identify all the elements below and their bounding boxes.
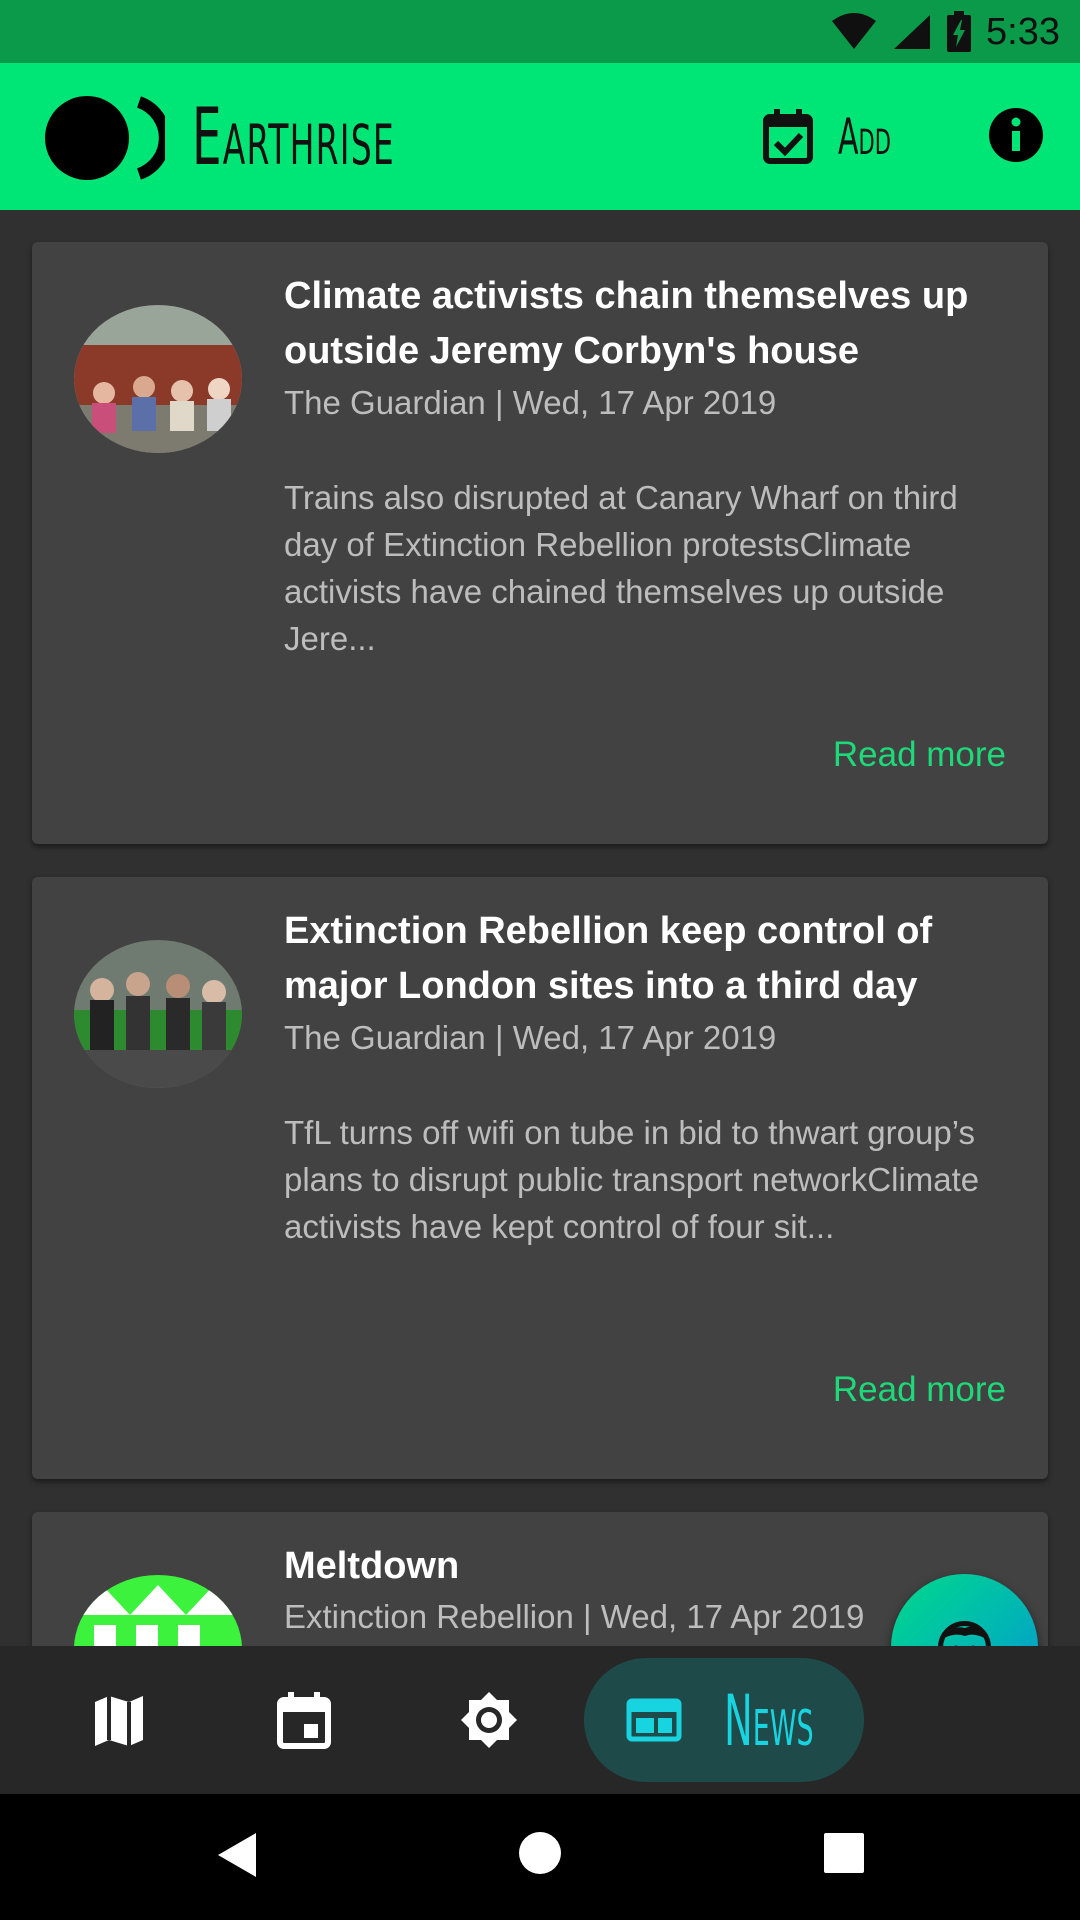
app-bar: Earthrise Add [0, 63, 1080, 210]
article-title[interactable]: Climate activists chain themselves up ou… [284, 269, 1008, 379]
read-more-link[interactable]: Read more [833, 1370, 1006, 1410]
article-thumbnail [74, 940, 242, 1088]
wifi-icon [832, 13, 877, 49]
battery-charging-icon [947, 11, 972, 52]
calendar-check-icon [763, 109, 813, 164]
article-meta: The Guardian | Wed, 17 Apr 2019 [284, 1019, 777, 1056]
article-thumbnail [74, 1575, 242, 1646]
article-thumbnail-image [74, 1575, 242, 1646]
nav-news-label: News [724, 1680, 814, 1762]
news-feed[interactable]: Climate activists chain themselves up ou… [0, 210, 1080, 1646]
app-title: Earthrise [192, 93, 395, 183]
article-thumbnail [74, 305, 242, 453]
article-meta: The Guardian | Wed, 17 Apr 2019 [284, 384, 777, 421]
settings-brightness-icon[interactable] [459, 1690, 519, 1750]
info-icon[interactable] [988, 107, 1044, 163]
back-icon[interactable] [214, 1831, 258, 1879]
home-icon[interactable] [518, 1831, 562, 1875]
nav-news-tab[interactable]: News [584, 1658, 864, 1782]
calendar-icon[interactable] [274, 1690, 334, 1750]
map-icon[interactable] [89, 1690, 149, 1750]
earthrise-logo-icon [45, 96, 165, 180]
news-card[interactable]: Extinction Rebellion keep control of maj… [32, 877, 1048, 1479]
cellular-signal-icon [894, 15, 931, 49]
news-card[interactable]: Climate activists chain themselves up ou… [32, 242, 1048, 844]
status-bar: 5:33 [0, 0, 1080, 63]
article-title[interactable]: Extinction Rebellion keep control of maj… [284, 904, 1008, 1014]
status-icons: 5:33 [830, 6, 1060, 58]
article-summary: Trains also disrupted at Canary Wharf on… [284, 479, 958, 657]
system-navigation-bar [0, 1794, 1080, 1920]
add-label: Add [838, 108, 891, 166]
read-more-link[interactable]: Read more [833, 735, 1006, 775]
article-summary: TfL turns off wifi on tube in bid to thw… [284, 1114, 980, 1245]
article-thumbnail-image [74, 305, 242, 453]
recents-icon[interactable] [823, 1832, 865, 1874]
news-icon [626, 1698, 682, 1742]
bottom-navigation: News [0, 1646, 1080, 1794]
status-time: 5:33 [986, 10, 1060, 53]
article-thumbnail-image [74, 940, 242, 1088]
add-event-button[interactable]: Add [762, 105, 926, 169]
